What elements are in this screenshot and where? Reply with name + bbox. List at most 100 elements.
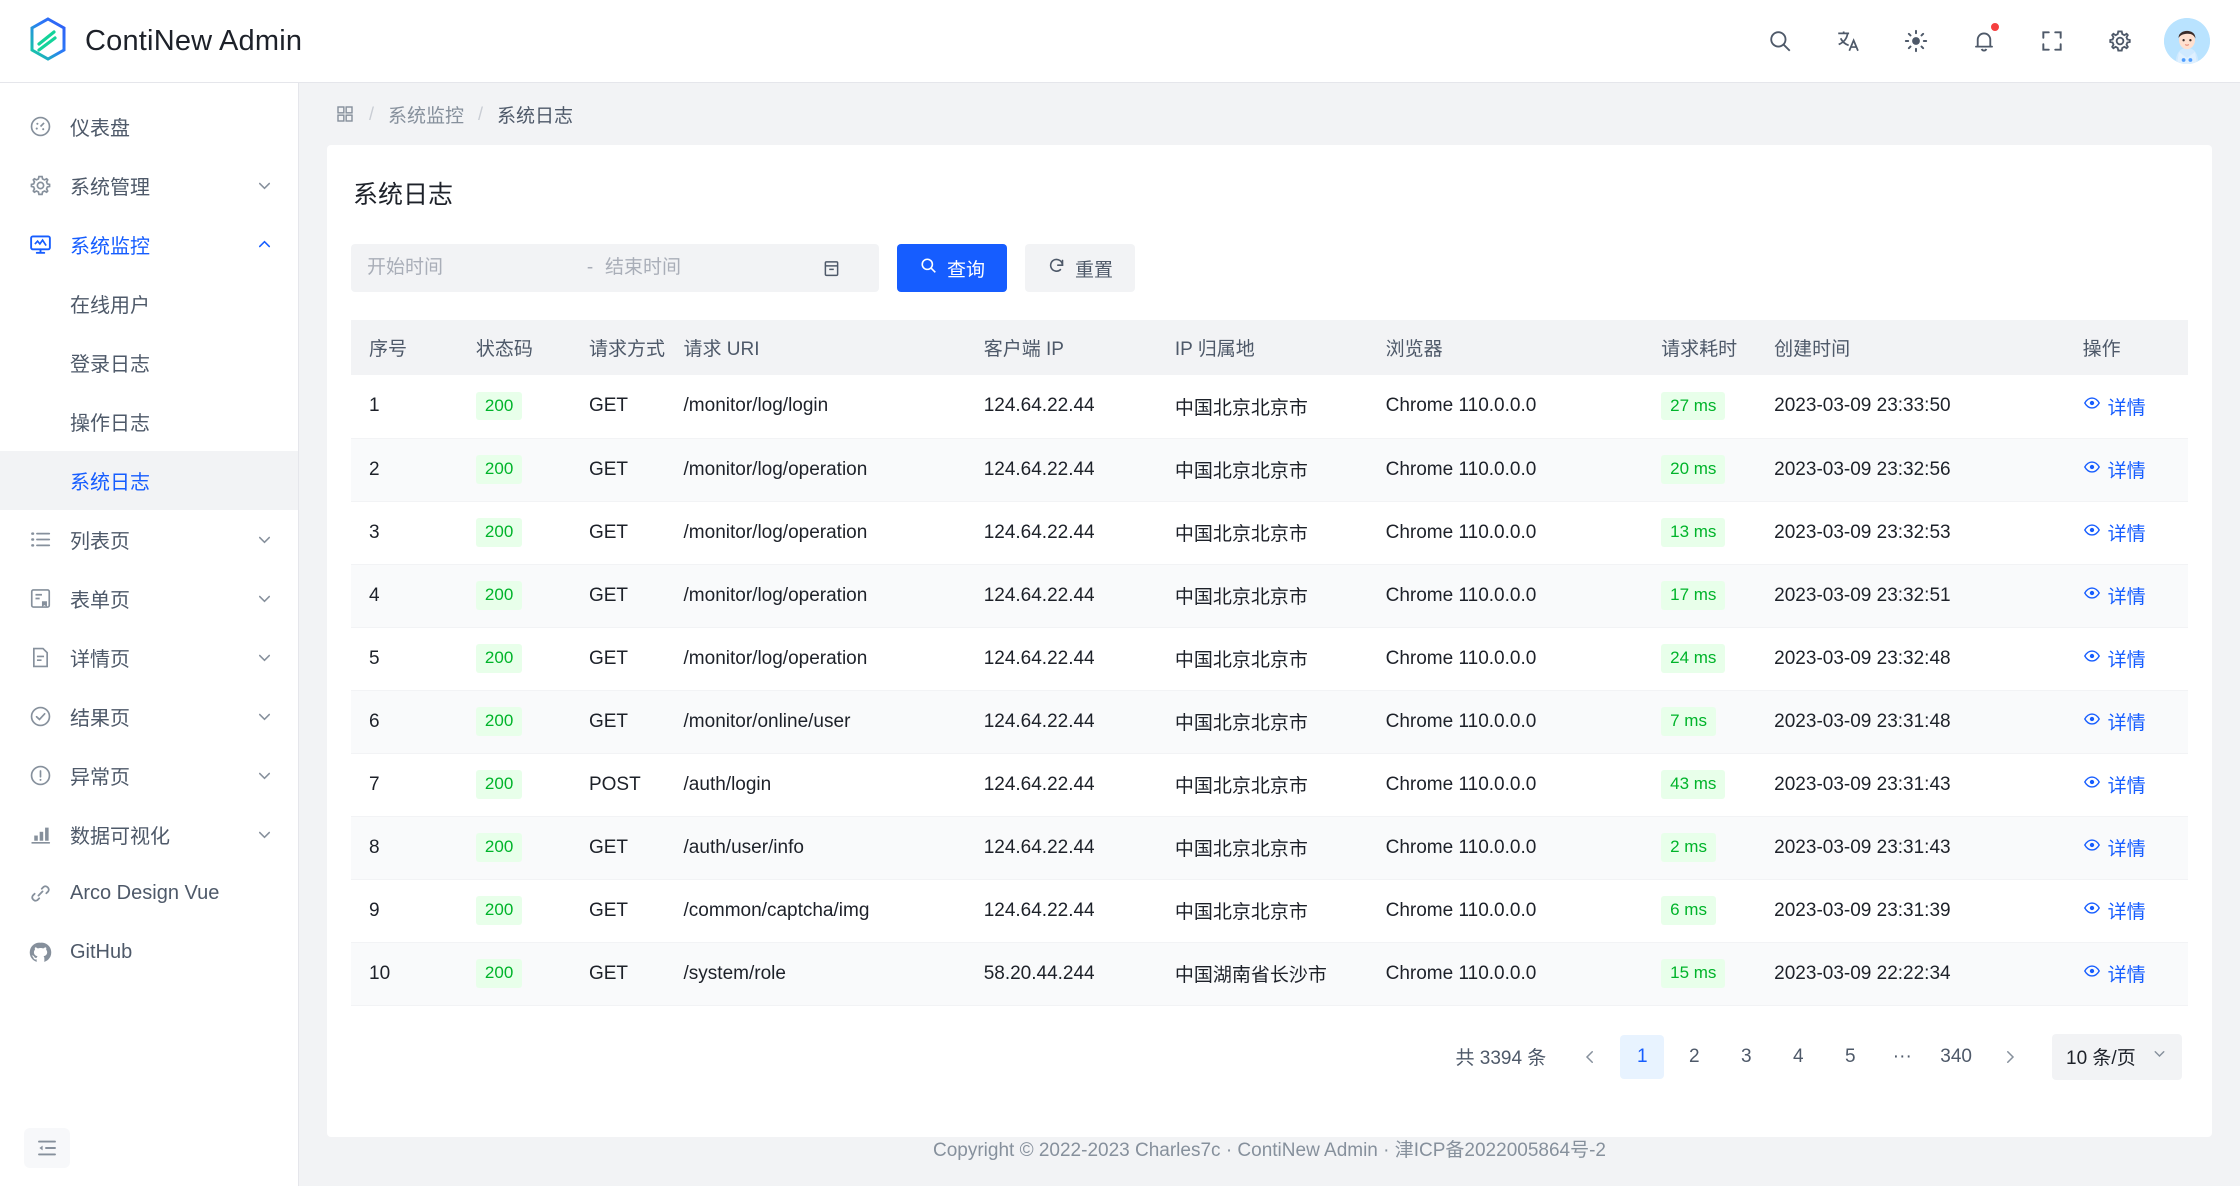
sidebar-item-arco-design-vue[interactable]: Arco Design Vue xyxy=(0,864,298,923)
start-time-input[interactable] xyxy=(367,257,575,279)
translate-icon[interactable] xyxy=(1824,17,1872,65)
sidebar-item-dashboard[interactable]: 仪表盘 xyxy=(0,97,298,156)
detail-link[interactable]: 详情 xyxy=(2083,582,2146,609)
chevron-left-icon[interactable] xyxy=(1568,1035,1612,1079)
cell-uri: /monitor/log/operation xyxy=(665,627,966,691)
cell-uri: /auth/user/info xyxy=(665,816,966,880)
menu-fold-icon[interactable] xyxy=(24,1128,70,1168)
cell-code: 200 xyxy=(457,942,571,1006)
sidebar: 仪表盘 系统管理 系统监控 在线用户 登录日志 操作日志 系统日志 列表页 表单… xyxy=(0,83,299,1186)
pagination-page-last[interactable]: 340 xyxy=(1932,1035,1980,1079)
sidebar-menu: 仪表盘 系统管理 系统监控 在线用户 登录日志 操作日志 系统日志 列表页 表单… xyxy=(0,83,298,982)
sidebar-item-form-page[interactable]: 表单页 xyxy=(0,569,298,628)
chevron-down-icon xyxy=(255,648,274,667)
sidebar-item-result-page[interactable]: 结果页 xyxy=(0,687,298,746)
bell-icon[interactable] xyxy=(1960,17,2008,65)
search-icon[interactable] xyxy=(1756,17,1804,65)
cell-method: GET xyxy=(570,627,666,691)
end-time-input[interactable] xyxy=(605,257,813,279)
sidebar-item-github[interactable]: GitHub xyxy=(0,923,298,982)
cell-cost: 7 ms xyxy=(1643,690,1757,754)
table-row: 8 200 GET/auth/user/info 124.64.22.44 中国北京北京… xyxy=(351,816,2188,880)
detail-link[interactable]: 详情 xyxy=(2083,708,2146,735)
cell-code: 200 xyxy=(457,375,571,439)
query-button[interactable]: 查询 xyxy=(897,244,1008,292)
detail-link[interactable]: 详情 xyxy=(2083,456,2146,483)
breadcrumb-item-parent[interactable]: 系统监控 xyxy=(388,101,464,128)
dashboard-icon xyxy=(26,113,54,141)
sidebar-item-list-page[interactable]: 列表页 xyxy=(0,510,298,569)
cell-browser: Chrome 110.0.0.0 xyxy=(1367,501,1644,565)
pagination-page-3[interactable]: 3 xyxy=(1724,1035,1768,1079)
sidebar-item-exception-page[interactable]: 异常页 xyxy=(0,746,298,805)
status-badge: 200 xyxy=(475,896,523,925)
pagination-page-4[interactable]: 4 xyxy=(1776,1035,1820,1079)
detail-link-label: 详情 xyxy=(2107,587,2146,608)
sidebar-item-online-user[interactable]: 在线用户 xyxy=(0,274,298,333)
detail-link[interactable]: 详情 xyxy=(2083,834,2146,861)
search-toolbar: - xyxy=(351,244,2188,292)
cell-op: 详情 xyxy=(2064,942,2188,1006)
sidebar-item-system-monitor[interactable]: 系统监控 xyxy=(0,215,298,274)
detail-link-label: 详情 xyxy=(2107,397,2146,419)
sidebar-item-data-visualization[interactable]: 数据可视化 xyxy=(0,805,298,864)
detail-link-label: 详情 xyxy=(2107,776,2146,797)
column-header-ip[interactable]: 客户端 IP xyxy=(965,320,1157,375)
sidebar-item-system-management[interactable]: 系统管理 xyxy=(0,156,298,215)
column-header-uri[interactable]: 请求 URI xyxy=(665,320,966,375)
cell-ip: 124.64.22.44 xyxy=(965,501,1157,565)
cell-time: 2023-03-09 23:31:43 xyxy=(1756,816,2065,880)
apps-grid-icon[interactable] xyxy=(335,104,355,124)
cell-cost: 27 ms xyxy=(1643,375,1757,439)
pagination-page-1[interactable]: 1 xyxy=(1620,1034,1665,1079)
column-header-browser[interactable]: 浏览器 xyxy=(1367,320,1644,375)
reset-button[interactable]: 重置 xyxy=(1025,244,1136,292)
date-range-picker[interactable]: - xyxy=(351,244,879,292)
eye-icon xyxy=(2083,773,2101,797)
cell-code: 200 xyxy=(457,690,571,754)
cell-ip: 124.64.22.44 xyxy=(965,564,1157,628)
cell-region: 中国湖南省长沙市 xyxy=(1156,942,1368,1006)
sidebar-item-label: 操作日志 xyxy=(70,413,150,435)
table-head: 序号 状态码 请求方式 请求 URI 客户端 IP IP 归属地 浏览器 请求耗… xyxy=(351,320,2188,375)
brightness-icon[interactable] xyxy=(1892,17,1940,65)
page-size-select[interactable]: 10 条/页 xyxy=(2052,1033,2182,1080)
sidebar-item-system-log[interactable]: 系统日志 xyxy=(0,451,298,510)
detail-link[interactable]: 详情 xyxy=(2083,519,2146,546)
column-header-region[interactable]: IP 归属地 xyxy=(1156,320,1368,375)
avatar[interactable] xyxy=(2164,18,2210,64)
sidebar-item-detail-page[interactable]: 详情页 xyxy=(0,628,298,687)
column-header-op[interactable]: 操作 xyxy=(2064,320,2188,375)
detail-link[interactable]: 详情 xyxy=(2083,645,2146,672)
sidebar-item-login-log[interactable]: 登录日志 xyxy=(0,333,298,392)
duration-badge: 13 ms xyxy=(1661,518,1726,547)
column-header-time[interactable]: 创建时间 xyxy=(1756,320,2065,375)
chevron-right-icon[interactable] xyxy=(1988,1035,2032,1079)
table-row: 9 200 GET/common/captcha/img 124.64.22.44 中国… xyxy=(351,879,2188,943)
column-header-idx[interactable]: 序号 xyxy=(351,320,458,375)
cell-uri: /monitor/log/operation xyxy=(665,438,966,502)
column-header-cost[interactable]: 请求耗时 xyxy=(1643,320,1757,375)
pagination-page-5[interactable]: 5 xyxy=(1828,1035,1872,1079)
sidebar-footer xyxy=(0,1128,298,1186)
cell-region: 中国北京北京市 xyxy=(1156,375,1368,439)
detail-link[interactable]: 详情 xyxy=(2083,393,2146,420)
fullscreen-icon[interactable] xyxy=(2028,17,2076,65)
column-header-method[interactable]: 请求方式 xyxy=(570,320,666,375)
brand[interactable]: ContiNew Admin xyxy=(28,16,302,66)
sidebar-item-operation-log[interactable]: 操作日志 xyxy=(0,392,298,451)
pagination-ellipsis[interactable]: ··· xyxy=(1880,1035,1924,1079)
column-header-code[interactable]: 状态码 xyxy=(457,320,571,375)
detail-link[interactable]: 详情 xyxy=(2083,771,2146,798)
calendar-icon[interactable] xyxy=(821,258,842,279)
bar-chart-icon xyxy=(26,821,54,849)
cell-ip: 124.64.22.44 xyxy=(965,438,1157,502)
detail-link[interactable]: 详情 xyxy=(2083,960,2146,987)
cell-browser: Chrome 110.0.0.0 xyxy=(1367,942,1644,1006)
cell-region: 中国北京北京市 xyxy=(1156,690,1368,754)
cell-cost: 15 ms xyxy=(1643,942,1757,1006)
chevron-up-icon xyxy=(255,235,274,254)
pagination-page-2[interactable]: 2 xyxy=(1672,1035,1716,1079)
gear-icon[interactable] xyxy=(2096,17,2144,65)
detail-link[interactable]: 详情 xyxy=(2083,897,2146,924)
